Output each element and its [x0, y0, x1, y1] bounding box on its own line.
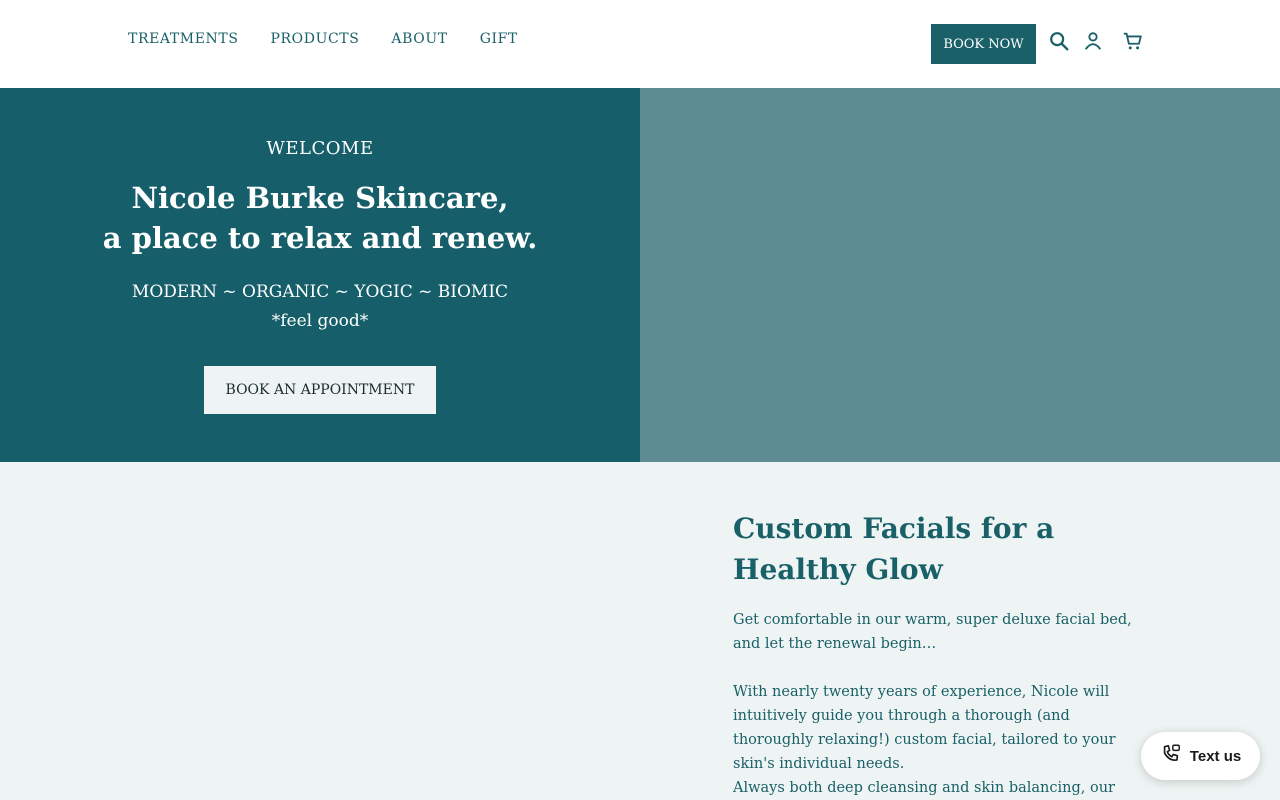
section-paragraph-1: Get comfortable in our warm, super delux…	[733, 612, 1132, 652]
main-nav: TREATMENTS PRODUCTS ABOUT GIFT	[128, 31, 518, 47]
section-title-line1: Custom Facials for a	[733, 512, 1055, 545]
hero-subtagline: *feel good*	[271, 311, 369, 331]
hero-tagline: MODERN ~ ORGANIC ~ YOGIC ~ BIOMIC	[131, 282, 509, 302]
text-us-chat-button[interactable]: Text us	[1141, 732, 1260, 780]
account-icon[interactable]	[1082, 30, 1104, 52]
book-now-button[interactable]: BOOK NOW	[931, 24, 1036, 64]
cart-icon[interactable]	[1122, 30, 1144, 52]
facials-section: Custom Facials for a Healthy Glow Get co…	[733, 508, 1143, 800]
hero-headline: Nicole Burke Skincare, a place to relax …	[0, 178, 640, 258]
nav-treatments[interactable]: TREATMENTS	[128, 31, 239, 47]
nav-about[interactable]: ABOUT	[391, 31, 447, 47]
hero-headline-line2: a place to relax and renew.	[102, 221, 538, 255]
section-title: Custom Facials for a Healthy Glow	[733, 508, 1143, 590]
site-header: TREATMENTS PRODUCTS ABOUT GIFT BOOK NOW	[0, 0, 1280, 88]
section-paragraph-3: Always both deep cleansing and skin bala…	[733, 780, 1115, 796]
hero-headline-line1: Nicole Burke Skincare,	[131, 181, 509, 215]
hero-tagline-block: MODERN ~ ORGANIC ~ YOGIC ~ BIOMIC *feel …	[0, 278, 640, 336]
nav-gift[interactable]: GIFT	[480, 31, 518, 47]
nav-products[interactable]: PRODUCTS	[271, 31, 360, 47]
section-paragraph-2: With nearly twenty years of experience, …	[733, 684, 1116, 772]
chat-phone-icon	[1160, 743, 1182, 769]
chat-label: Text us	[1189, 747, 1242, 765]
hero-image-panel	[640, 88, 1280, 462]
book-appointment-button[interactable]: BOOK AN APPOINTMENT	[204, 366, 436, 414]
search-icon[interactable]	[1048, 30, 1070, 52]
section-title-line2: Healthy Glow	[733, 553, 943, 586]
hero-welcome-panel: WELCOME Nicole Burke Skincare, a place t…	[0, 88, 640, 462]
hero-eyebrow: WELCOME	[266, 138, 374, 159]
